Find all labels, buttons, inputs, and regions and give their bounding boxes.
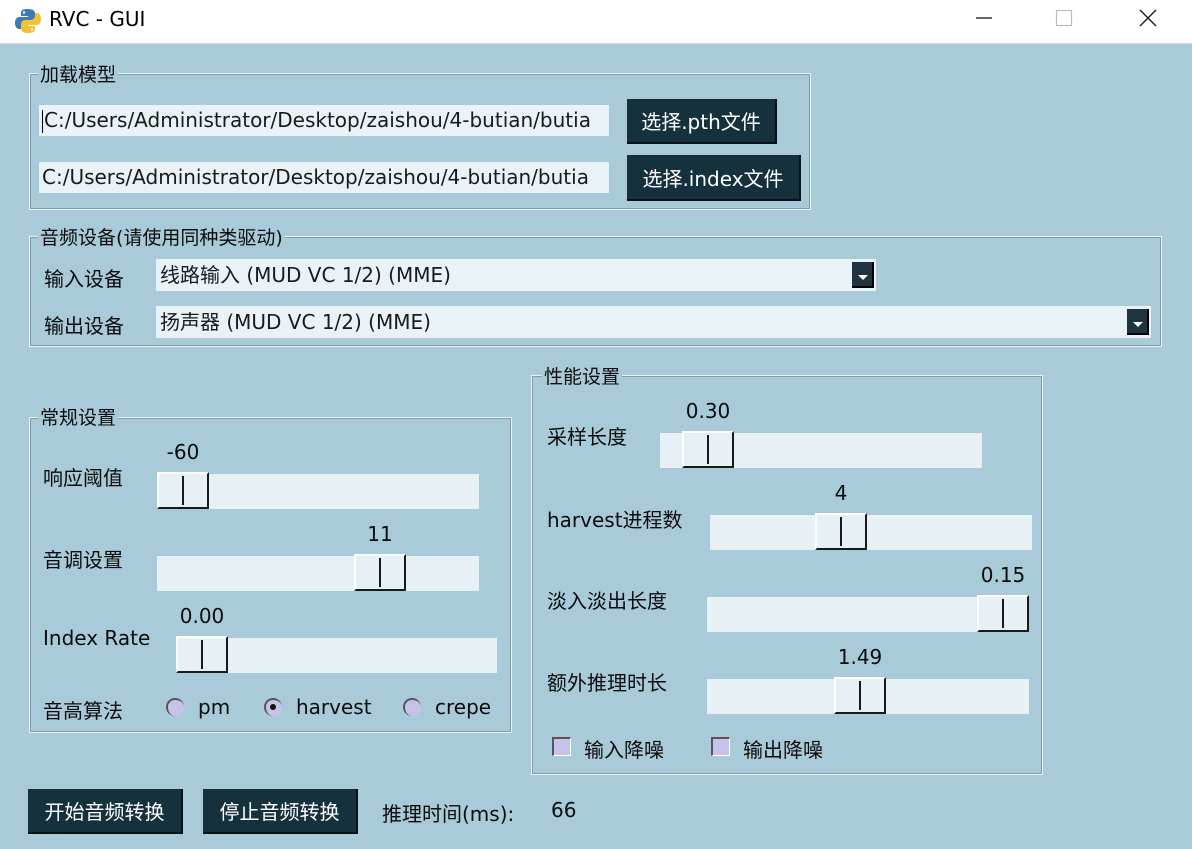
crossfade-value: 0.15 [980, 563, 1026, 587]
f0-radio-harvest[interactable] [264, 698, 282, 716]
python-logo-icon [15, 9, 41, 33]
inference-time-value: 66 [551, 798, 577, 822]
maximize-icon [1055, 9, 1073, 27]
stop-conversion-button[interactable]: 停止音频转换 [203, 789, 358, 834]
block-length-slider[interactable] [660, 431, 982, 468]
f0-radio-pm[interactable] [166, 698, 184, 716]
pth-path-input[interactable]: C:/Users/Administrator/Desktop/zaishou/4… [39, 105, 609, 136]
block-length-value: 0.30 [685, 399, 731, 423]
extra-time-slider[interactable] [707, 677, 1029, 714]
minimize-button[interactable] [956, 0, 1012, 36]
select-index-button[interactable]: 选择.index文件 [627, 155, 801, 201]
slider-thumb[interactable] [354, 554, 406, 591]
dropdown-arrow-icon[interactable] [1127, 309, 1149, 335]
title-bar: RVC - GUI [0, 0, 1192, 44]
index-path-text: C:/Users/Administrator/Desktop/zaishou/4… [42, 165, 589, 189]
extra-time-value: 1.49 [837, 645, 883, 669]
client-area: 加载模型 C:/Users/Administrator/Desktop/zais… [0, 44, 1192, 849]
index-rate-value: 0.00 [179, 604, 225, 628]
minimize-icon [976, 17, 992, 19]
harvest-processes-label: harvest进程数 [547, 508, 683, 532]
f0-option-harvest[interactable]: harvest [296, 695, 372, 719]
harvest-processes-value: 4 [834, 481, 848, 505]
index-rate-slider[interactable] [176, 636, 497, 673]
input-denoise-checkbox[interactable] [552, 737, 571, 756]
inference-time-label: 推理时间(ms): [382, 802, 515, 826]
slider-thumb[interactable] [834, 677, 886, 714]
f0-radio-crepe[interactable] [403, 698, 421, 716]
close-icon [1139, 9, 1157, 27]
crossfade-label: 淡入淡出长度 [547, 589, 667, 613]
input-device-value: 线路输入 (MUD VC 1/2) (MME) [160, 263, 451, 287]
threshold-label: 响应阈值 [43, 466, 123, 490]
output-device-value: 扬声器 (MUD VC 1/2) (MME) [160, 310, 431, 334]
index-rate-label: Index Rate [43, 626, 151, 650]
output-device-select[interactable]: 扬声器 (MUD VC 1/2) (MME) [156, 306, 1151, 338]
block-length-label: 采样长度 [547, 425, 627, 449]
pitch-slider[interactable] [157, 554, 479, 591]
slider-thumb[interactable] [815, 513, 867, 550]
output-denoise-label[interactable]: 输出降噪 [743, 734, 823, 763]
input-device-label: 输入设备 [44, 267, 124, 291]
slider-thumb[interactable] [157, 472, 209, 509]
crossfade-slider[interactable] [707, 595, 1029, 632]
f0-option-pm[interactable]: pm [198, 695, 230, 719]
input-denoise-label[interactable]: 输入降噪 [584, 734, 664, 763]
general-settings-legend: 常规设置 [38, 407, 119, 429]
maximize-button[interactable] [1036, 0, 1092, 36]
f0-method-label: 音高算法 [43, 699, 123, 723]
index-path-input[interactable]: C:/Users/Administrator/Desktop/zaishou/4… [39, 162, 609, 193]
input-device-select[interactable]: 线路输入 (MUD VC 1/2) (MME) [156, 259, 876, 291]
window-title: RVC - GUI [49, 7, 146, 31]
f0-option-crepe[interactable]: crepe [435, 695, 491, 719]
output-device-label: 输出设备 [44, 314, 124, 338]
pth-path-text: C:/Users/Administrator/Desktop/zaishou/4… [44, 108, 591, 132]
performance-legend: 性能设置 [542, 366, 623, 388]
slider-thumb[interactable] [176, 636, 228, 673]
harvest-processes-slider[interactable] [710, 513, 1032, 550]
threshold-slider[interactable] [157, 472, 479, 509]
audio-device-legend: 音频设备(请使用同种类驱动) [38, 227, 285, 249]
text-cursor [42, 110, 43, 133]
pitch-label: 音调设置 [43, 548, 123, 572]
extra-time-label: 额外推理时长 [547, 671, 667, 695]
start-conversion-button[interactable]: 开始音频转换 [28, 789, 183, 834]
close-button[interactable] [1120, 0, 1176, 36]
threshold-value: -60 [166, 440, 200, 464]
model-frame-legend: 加载模型 [38, 64, 119, 86]
output-denoise-checkbox[interactable] [711, 737, 730, 756]
slider-thumb[interactable] [977, 595, 1029, 632]
dropdown-arrow-icon[interactable] [852, 262, 874, 288]
select-pth-button[interactable]: 选择.pth文件 [627, 99, 777, 144]
pitch-value: 11 [367, 522, 393, 546]
slider-thumb[interactable] [682, 431, 734, 468]
